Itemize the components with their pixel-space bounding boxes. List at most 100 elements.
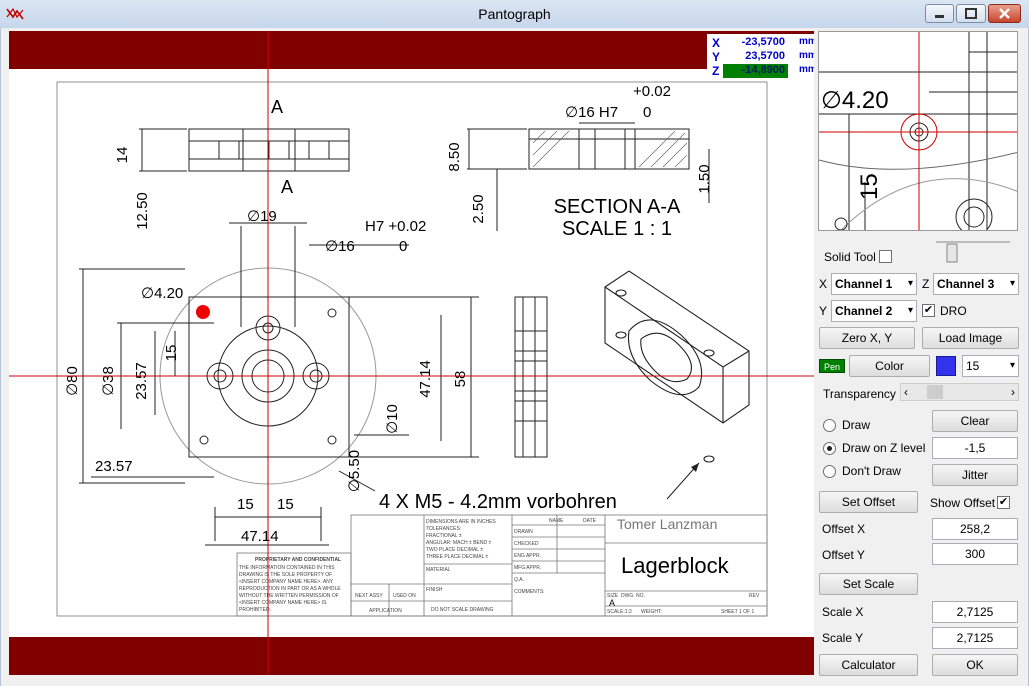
- tb-frac: FRACTIONAL ±: [426, 533, 462, 539]
- pen-marker: [196, 305, 210, 319]
- tool-size-slider[interactable]: [934, 236, 1012, 264]
- show-offset-label: Show Offset: [930, 496, 996, 510]
- tb-next: NEXT ASSY: [355, 593, 383, 599]
- tb-tol: TOLERANCES:: [426, 526, 461, 532]
- zoom-preview: ∅4.20 15: [818, 31, 1018, 231]
- draw-z-radio[interactable]: [823, 442, 836, 455]
- pen-badge: Pen: [819, 359, 845, 373]
- dim-zero: 0: [399, 238, 407, 255]
- preview-drawing: ∅4.20 15: [819, 32, 1017, 230]
- dim-23-57-v: 23.57: [133, 362, 150, 400]
- set-scale-button[interactable]: Set Scale: [819, 573, 918, 595]
- color-button[interactable]: Color: [849, 355, 930, 377]
- offset-y-input[interactable]: 300: [932, 543, 1018, 565]
- x-channel-select[interactable]: Channel 1 ▾: [831, 273, 917, 295]
- section-scale: SCALE 1 : 1: [562, 218, 672, 240]
- dim-dia16: ∅16: [325, 238, 355, 255]
- draw-radio[interactable]: [823, 419, 836, 432]
- transparency-thumb[interactable]: [927, 385, 943, 399]
- tb-dims: DIMENSIONS ARE IN INCHES: [426, 519, 496, 525]
- dro-x-value: -23,5700: [741, 36, 785, 48]
- minimize-button[interactable]: [925, 4, 954, 23]
- set-offset-button[interactable]: Set Offset: [819, 491, 918, 513]
- ok-button[interactable]: OK: [932, 654, 1018, 676]
- z-channel-value: Channel 3: [937, 277, 995, 291]
- dro-readout: X -23,5700 mm Y 23,5700 mm Z -14,8900 mm: [707, 34, 814, 80]
- tb-dwg: DWG. NO.: [621, 593, 645, 599]
- minimize-icon: [935, 15, 944, 18]
- show-offset-checkbox[interactable]: ✔: [997, 496, 1010, 509]
- tb-noscale: DO NOT SCALE DRAWING: [431, 607, 494, 613]
- dim-47-14-v: 47.14: [417, 360, 434, 398]
- dim-dia80: ∅80: [64, 366, 81, 396]
- tb-two: TWO PLACE DECIMAL ±: [426, 547, 483, 553]
- tb-scale: SCALE:1:2: [607, 609, 632, 615]
- technical-drawing: A A 14 12.50 +0.02 ∅16 H7 0 8.50 2.50 1.…: [9, 31, 814, 675]
- tb-name: NAME: [549, 518, 564, 524]
- y-channel-label: Y: [819, 304, 828, 318]
- dim-12-50: 12.50: [134, 192, 151, 230]
- offset-x-label: Offset X: [822, 522, 866, 536]
- calculator-button[interactable]: Calculator: [819, 654, 918, 676]
- dim-h7-tol: H7 +0.02: [365, 218, 426, 235]
- scale-x-label: Scale X: [822, 605, 864, 619]
- window-title: Pantograph: [478, 6, 551, 22]
- tb-size-val: A: [609, 598, 615, 608]
- solid-tool-label: Solid Tool: [824, 250, 876, 264]
- offset-x-input[interactable]: 258,2: [932, 518, 1018, 540]
- clear-button[interactable]: Clear: [932, 410, 1018, 432]
- title-part-name: Lagerblock: [621, 553, 730, 578]
- dim-dia16h7: ∅16 H7: [565, 104, 618, 121]
- solid-tool-checkbox[interactable]: [879, 250, 892, 263]
- maximize-icon: [965, 8, 977, 19]
- pen-size-value: 15: [966, 359, 980, 373]
- dro-y-unit: mm: [799, 50, 814, 61]
- dim-15-left: 15: [237, 496, 254, 513]
- scroll-left-icon[interactable]: ‹: [904, 384, 908, 400]
- tb-mfg: MFG APPR.: [514, 565, 541, 571]
- dim-58: 58: [452, 371, 469, 388]
- tb-ang: ANGULAR: MACH ± BEND ±: [426, 540, 491, 546]
- dro-checkbox[interactable]: ✔: [922, 304, 935, 317]
- tb-used: USED ON: [393, 593, 416, 599]
- jitter-button[interactable]: Jitter: [932, 464, 1018, 486]
- scroll-right-icon[interactable]: ›: [1011, 384, 1015, 400]
- dont-draw-radio[interactable]: [823, 465, 836, 478]
- dim-zero-top: 0: [643, 104, 651, 121]
- tb-prop-5: WITHOUT THE WRITTEN PERMISSION OF: [239, 593, 339, 599]
- zero-xy-button[interactable]: Zero X, Y: [819, 327, 915, 349]
- scale-y-input[interactable]: 2,7125: [932, 627, 1018, 649]
- z-level-input[interactable]: -1,5: [932, 437, 1018, 459]
- dro-z-label: Z: [712, 64, 720, 78]
- pen-size-select[interactable]: 15 ▾: [962, 355, 1019, 377]
- tb-checked: CHECKED: [514, 541, 539, 547]
- tb-eng: ENG APPR.: [514, 553, 541, 559]
- pen-color-swatch[interactable]: [936, 356, 956, 376]
- tb-material: MATERIAL: [426, 567, 451, 573]
- tb-prop-1: THE INFORMATION CONTAINED IN THIS: [239, 565, 335, 571]
- tb-prop-3: <INSERT COMPANY NAME HERE>. ANY: [239, 579, 334, 585]
- y-channel-select[interactable]: Channel 2 ▾: [831, 300, 917, 322]
- tb-app: APPLICATION: [369, 608, 402, 614]
- dim-dia10: ∅10: [384, 404, 401, 434]
- z-channel-label: Z: [922, 277, 930, 291]
- note-m5: 4 X M5 - 4.2mm vorbohren: [379, 491, 617, 513]
- transparency-scrollbar[interactable]: ‹ ›: [900, 383, 1019, 401]
- tb-prop-2: DRAWING IS THE SOLE PROPERTY OF: [239, 572, 332, 578]
- preview-dim-420: ∅4.20: [821, 87, 889, 114]
- close-button[interactable]: [988, 4, 1021, 23]
- dro-x-label: X: [712, 36, 721, 50]
- tb-comments: COMMENTS:: [514, 589, 545, 595]
- maximize-button[interactable]: [956, 4, 986, 23]
- dim-14: 14: [114, 147, 131, 164]
- draw-z-label: Draw on Z level: [842, 441, 926, 455]
- scale-x-input[interactable]: 2,7125: [932, 601, 1018, 623]
- dim-2-50: 2.50: [470, 194, 487, 223]
- scale-y-label: Scale Y: [822, 631, 864, 645]
- dim-1-50: 1.50: [696, 164, 713, 193]
- drawing-canvas[interactable]: A A 14 12.50 +0.02 ∅16 H7 0 8.50 2.50 1.…: [9, 31, 814, 675]
- load-image-button[interactable]: Load Image: [922, 327, 1019, 349]
- y-channel-value: Channel 2: [835, 304, 893, 318]
- dim-dia550: ∅5.50: [346, 450, 363, 492]
- z-channel-select[interactable]: Channel 3 ▾: [933, 273, 1019, 295]
